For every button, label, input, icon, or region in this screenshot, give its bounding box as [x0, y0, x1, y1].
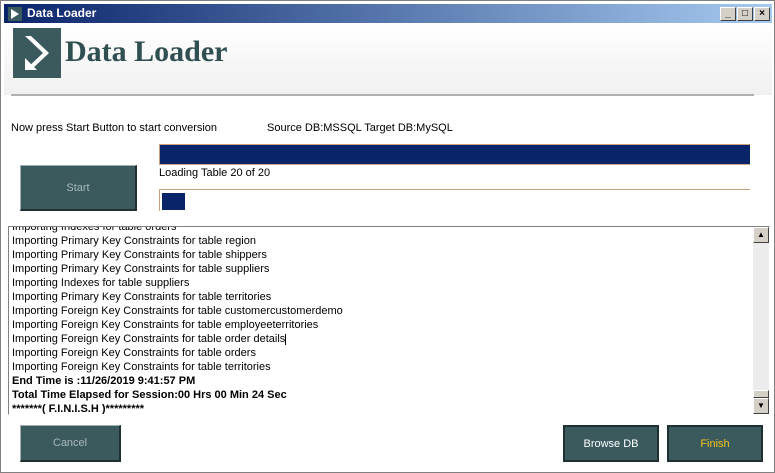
minimize-icon: _ — [725, 8, 731, 19]
log-scrollbar[interactable]: ▲ ▼ — [753, 227, 769, 414]
log-line: Importing Primary Key Constraints for ta… — [12, 249, 267, 261]
log-line: End Time is :11/26/2019 9:41:57 PM — [12, 375, 196, 387]
scroll-up-button[interactable]: ▲ — [753, 227, 769, 243]
close-icon: × — [759, 8, 765, 19]
title-bar[interactable]: Data Loader _ □ × — [4, 4, 772, 23]
logo-icon — [13, 28, 61, 78]
finish-button[interactable]: Finish — [667, 425, 763, 462]
text-caret — [285, 333, 287, 345]
maximize-icon: □ — [741, 8, 749, 19]
log-line: Importing Foreign Key Constraints for ta… — [12, 333, 287, 345]
overall-progress-bar — [159, 144, 750, 165]
log-line: Importing Indexes for table orders — [12, 226, 177, 233]
arrow-up-icon: ▲ — [757, 230, 765, 239]
log-line: Importing Foreign Key Constraints for ta… — [12, 305, 343, 317]
app-icon — [8, 7, 22, 21]
window-title: Data Loader — [27, 6, 97, 20]
instruction-text: Now press Start Button to start conversi… — [11, 122, 218, 134]
maximize-button[interactable]: □ — [737, 7, 753, 21]
loading-status-text: Loading Table 20 of 20 — [159, 167, 271, 179]
db-info-text: Source DB:MSSQL Target DB:MySQL — [267, 122, 453, 134]
log-line: Importing Foreign Key Constraints for ta… — [12, 319, 319, 331]
log-line: Importing Primary Key Constraints for ta… — [12, 235, 256, 247]
app-title: Data Loader — [65, 35, 228, 68]
app-window: Data Loader _ □ × Data Loader Now press … — [0, 0, 775, 473]
header-banner: Data Loader — [4, 23, 772, 95]
arrow-down-icon: ▼ — [757, 401, 765, 410]
minimize-button[interactable]: _ — [720, 7, 736, 21]
log-line: Total Time Elapsed for Session:00 Hrs 00… — [12, 389, 287, 401]
log-line: *******( F.I.N.I.S.H )********* — [12, 403, 145, 415]
close-button[interactable]: × — [754, 7, 770, 21]
header-divider — [11, 94, 754, 97]
log-line: Importing Foreign Key Constraints for ta… — [12, 361, 271, 373]
log-lines: Importing Indexes for table orders Import… — [12, 226, 752, 415]
log-line: Importing Primary Key Constraints for ta… — [12, 263, 270, 275]
browse-db-button[interactable]: Browse DB — [563, 425, 659, 462]
log-line: Importing Foreign Key Constraints for ta… — [12, 347, 256, 359]
scroll-thumb[interactable] — [753, 390, 769, 398]
start-button[interactable]: Start — [20, 165, 137, 211]
scroll-down-button[interactable]: ▼ — [753, 398, 769, 414]
overall-progress-fill — [160, 145, 750, 164]
table-progress-fill — [162, 193, 186, 210]
table-progress-bar — [159, 189, 750, 211]
log-output[interactable]: Importing Indexes for table orders Import… — [8, 226, 770, 415]
log-line: Importing Primary Key Constraints for ta… — [12, 291, 272, 303]
log-line: Importing Indexes for table suppliers — [12, 277, 190, 289]
cancel-button[interactable]: Cancel — [20, 425, 121, 462]
